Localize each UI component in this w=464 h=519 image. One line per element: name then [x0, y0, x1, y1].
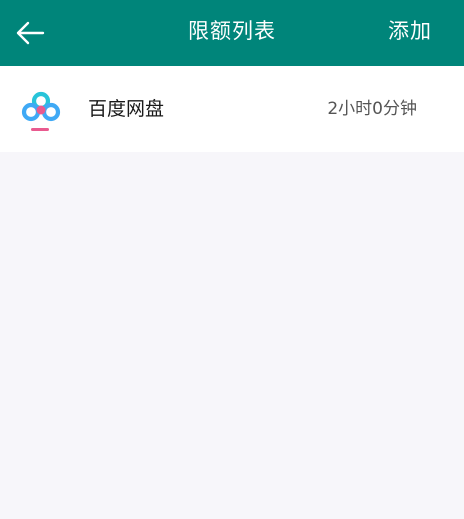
- list-item[interactable]: 百度网盘 2小时0分钟: [0, 66, 464, 152]
- app-name: 百度网盘: [88, 98, 165, 120]
- time-limit: 2小时0分钟: [327, 99, 417, 119]
- limit-list: 百度网盘 2小时0分钟: [0, 66, 464, 152]
- arrow-left-icon: [16, 21, 45, 45]
- baidu-netdisk-icon: [21, 91, 61, 131]
- back-button[interactable]: [10, 13, 50, 53]
- limit-list-screen: 限额列表 添加 百度网盘 2小时0分钟: [0, 0, 464, 519]
- add-button[interactable]: 添加: [388, 0, 432, 66]
- app-bar: 限额列表 添加: [0, 0, 464, 66]
